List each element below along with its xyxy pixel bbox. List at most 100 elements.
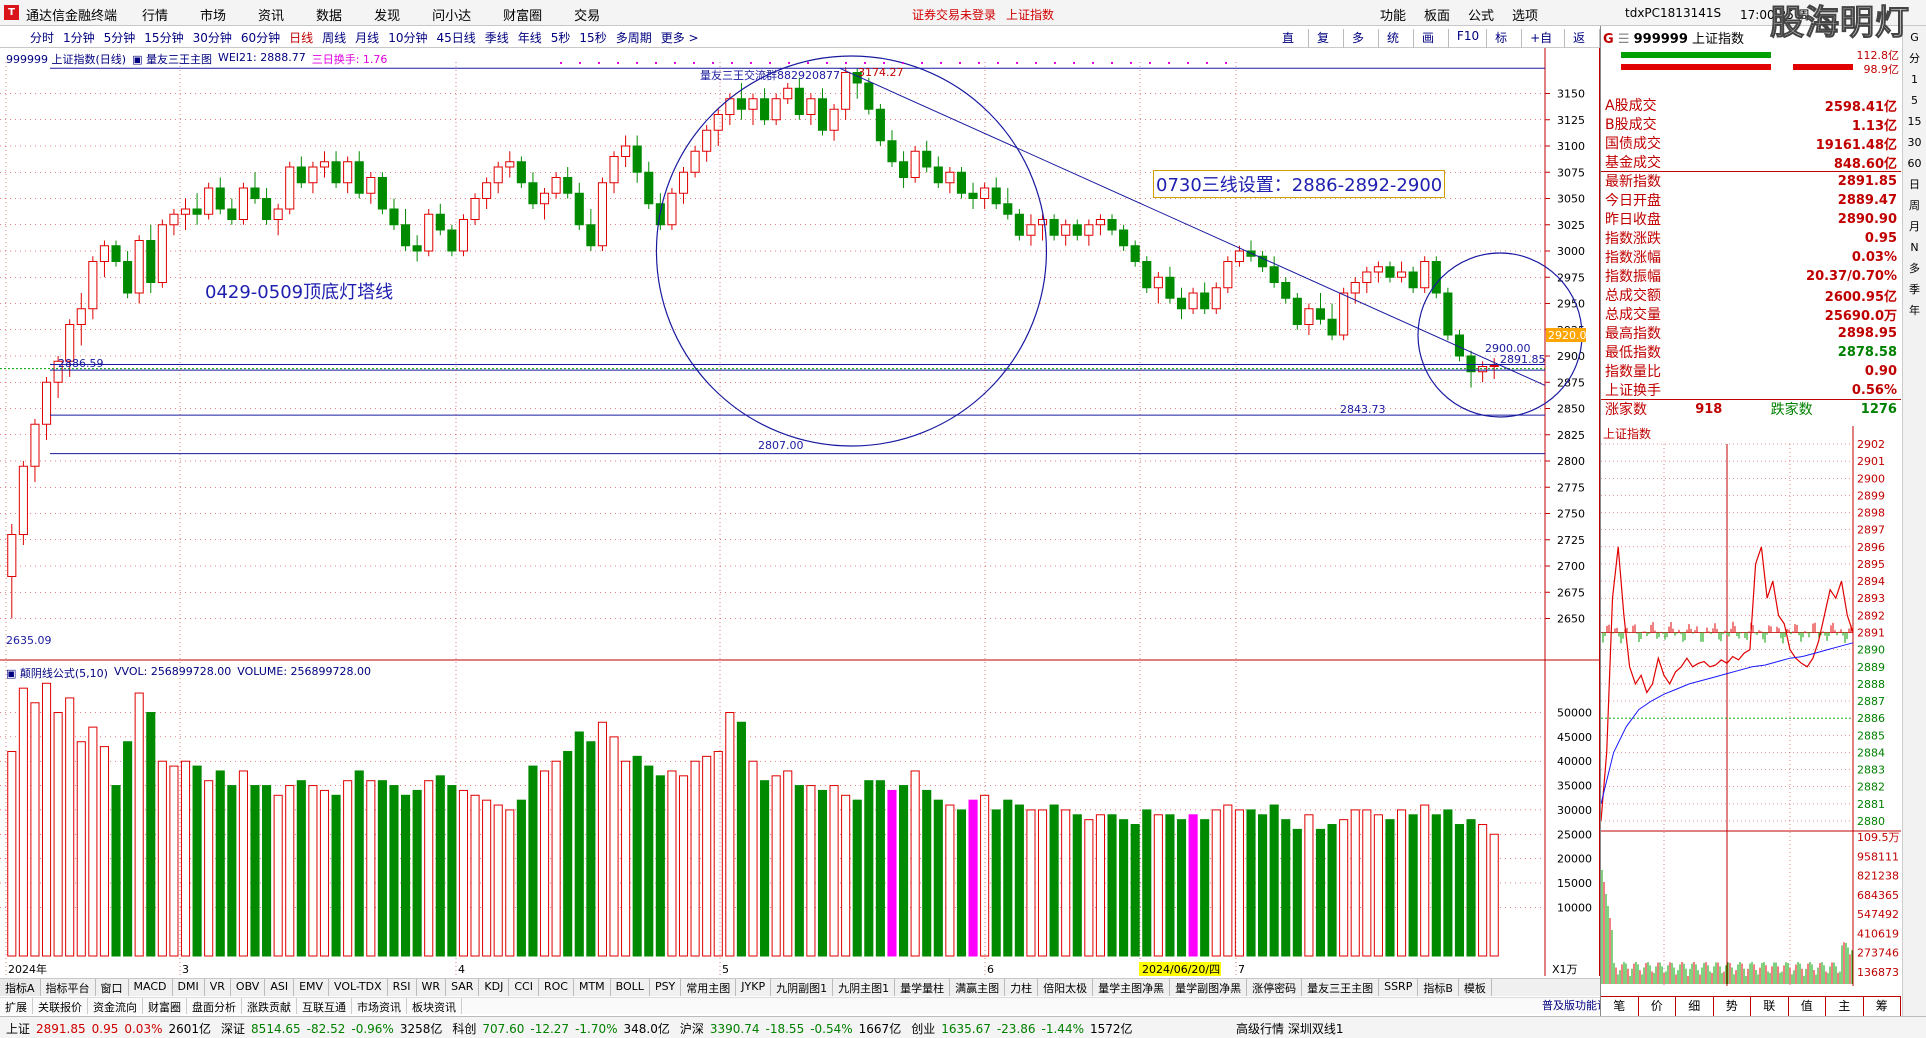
panel-tab[interactable]: 联 — [1751, 997, 1789, 1016]
sidebar-item[interactable]: 年 — [1904, 302, 1926, 320]
period-tab[interactable]: 日线 — [289, 29, 313, 46]
sidebar-item[interactable]: 5 — [1904, 92, 1926, 110]
panel-tab[interactable]: 势 — [1714, 997, 1751, 1016]
indicator-tab[interactable]: BOLL — [611, 979, 650, 996]
indicator-tab[interactable]: 量友三王主图 — [1302, 979, 1380, 996]
indicator-tab[interactable]: VOL-TDX — [329, 979, 388, 996]
indicator-tab[interactable]: MACD — [129, 979, 173, 996]
menu-item[interactable]: 数据 — [316, 5, 342, 24]
indicator-tab[interactable]: PSY — [650, 979, 682, 996]
status-right[interactable]: 高级行情 深圳双线1 — [1236, 1020, 1343, 1037]
indicator-tab[interactable]: 九阴副图1 — [771, 979, 834, 996]
ticker-item[interactable]: 科创 707.60 -12.27 -1.70% 348.0亿 — [452, 1020, 670, 1037]
period-tab[interactable]: 月线 — [355, 29, 379, 46]
extension-tab[interactable]: 互联互通 — [297, 998, 352, 1014]
menu-item[interactable]: 问小达 — [432, 5, 471, 24]
ticker-item[interactable]: 深证 8514.65 -82.52 -0.96% 3258亿 — [221, 1020, 442, 1037]
menu-item[interactable]: 资讯 — [258, 5, 284, 24]
period-tab[interactable]: 季线 — [485, 29, 509, 46]
panel-tab[interactable]: 筹 — [1864, 997, 1901, 1016]
period-tab[interactable]: 更多 > — [661, 29, 699, 46]
sidebar-item[interactable]: 日 — [1904, 176, 1926, 194]
indicator-tab[interactable]: OBV — [231, 979, 266, 996]
sidebar-item[interactable]: N — [1904, 239, 1926, 257]
period-tab[interactable]: 分时 — [30, 29, 54, 46]
indicator-tab[interactable]: 涨停密码 — [1247, 979, 1303, 996]
sidebar-item[interactable]: 多 — [1904, 260, 1926, 278]
indicator-tab[interactable]: RSI — [388, 979, 417, 996]
indicator-tab[interactable]: ROC — [539, 979, 574, 996]
menu-item[interactable]: 行情 — [142, 5, 168, 24]
indicator-tab[interactable]: 指标B — [1418, 979, 1459, 996]
indicator-tab[interactable]: 窗口 — [96, 979, 129, 996]
period-tab[interactable]: 30分钟 — [193, 29, 232, 46]
indicator-tab[interactable]: SSRP — [1379, 979, 1419, 996]
indicator-tab[interactable]: 倍阳太极 — [1038, 979, 1094, 996]
extension-tab[interactable]: 板块资讯 — [407, 998, 462, 1014]
right-menu-item[interactable]: 公式 — [1468, 5, 1494, 24]
menu-item[interactable]: 市场 — [200, 5, 226, 24]
indicator-tab[interactable]: MTM — [574, 979, 611, 996]
panel-tab[interactable]: 价 — [1639, 997, 1676, 1016]
indicator-tab[interactable]: KDJ — [479, 979, 510, 996]
period-tab[interactable]: 5秒 — [551, 29, 571, 46]
indicator-tab[interactable]: 九阴主图1 — [833, 979, 896, 996]
extension-tab[interactable]: 资金流向 — [88, 998, 143, 1014]
ticker-item[interactable]: 创业 1635.67 -23.86 -1.44% 1572亿 — [911, 1020, 1132, 1037]
indicator-tab[interactable]: CCI — [509, 979, 539, 996]
indicator-tab[interactable]: 指标平台 — [41, 979, 96, 996]
ticker-item[interactable]: 上证 2891.85 0.95 0.03% 2601亿 — [6, 1020, 211, 1037]
volume-legend-name[interactable]: ▣ 颠阴线公式(5,10) — [6, 665, 108, 681]
indicator-tab[interactable]: ASI — [265, 979, 295, 996]
indicator-tab[interactable]: 量学副图净黑 — [1170, 979, 1248, 996]
indicator-tab[interactable]: 模板 — [1459, 979, 1492, 996]
right-menu-item[interactable]: 选项 — [1512, 5, 1538, 24]
period-tab[interactable]: 60分钟 — [241, 29, 280, 46]
kline-chart-area[interactable]: 3150312531003075305030253000297529502925… — [0, 48, 1600, 976]
sidebar-item[interactable]: 月 — [1904, 218, 1926, 236]
period-tab[interactable]: 10分钟 — [388, 29, 427, 46]
indicator-tab[interactable]: JYKP — [736, 979, 772, 996]
period-tab[interactable]: 周线 — [322, 29, 346, 46]
period-tab[interactable]: 多周期 — [616, 29, 652, 46]
indicator-tab[interactable]: 常用主图 — [681, 979, 737, 996]
menu-item[interactable]: 发现 — [374, 5, 400, 24]
sidebar-item[interactable]: 周 — [1904, 197, 1926, 215]
period-tab[interactable]: 15秒 — [579, 29, 606, 46]
sidebar-item[interactable]: 60 — [1904, 155, 1926, 173]
panel-tab[interactable]: 细 — [1676, 997, 1714, 1016]
period-tab[interactable]: 45日线 — [436, 29, 475, 46]
extension-tab[interactable]: 市场资讯 — [352, 998, 407, 1014]
right-menu-item[interactable]: 板面 — [1424, 5, 1450, 24]
sidebar-item[interactable]: 15 — [1904, 113, 1926, 131]
legend-sub[interactable]: ▣ 量友三王主图 — [132, 51, 212, 67]
ticker-item[interactable]: 沪深 3390.74 -18.55 -0.54% 1667亿 — [680, 1020, 901, 1037]
sidebar-item[interactable]: 季 — [1904, 281, 1926, 299]
period-tab[interactable]: 1分钟 — [63, 29, 95, 46]
indicator-tab[interactable]: EMV — [294, 979, 330, 996]
sidebar-item[interactable]: 30 — [1904, 134, 1926, 152]
period-tab[interactable]: 年线 — [518, 29, 542, 46]
intraday-chart[interactable]: 上证指数 2902 2901 2900 2899 2898 2897 2896 2895 2894… — [1601, 426, 1901, 986]
panel-tab[interactable]: 主 — [1826, 997, 1864, 1016]
indicator-tab[interactable]: 指标A — [0, 979, 41, 996]
extension-tab[interactable]: 扩展 — [0, 998, 33, 1014]
login-status[interactable]: 证券交易未登录 — [912, 6, 996, 23]
right-menu-item[interactable]: 功能 — [1380, 5, 1406, 24]
menu-item[interactable]: 交易 — [574, 5, 600, 24]
panel-tab[interactable]: 值 — [1789, 997, 1826, 1016]
indicator-tab[interactable]: VR — [205, 979, 231, 996]
period-tab[interactable]: 15分钟 — [144, 29, 183, 46]
panel-tab[interactable]: 笔 — [1601, 997, 1639, 1016]
indicator-tab[interactable]: 力柱 — [1005, 979, 1039, 996]
extension-tab[interactable]: 财富圈 — [143, 998, 187, 1014]
menu-icon[interactable]: ☰ — [1618, 32, 1630, 47]
sidebar-item[interactable]: 分 — [1904, 50, 1926, 68]
extension-tab[interactable]: 盘面分析 — [187, 998, 242, 1014]
sidebar-item[interactable]: 1 — [1904, 71, 1926, 89]
menu-item[interactable]: 财富圈 — [503, 5, 542, 24]
indicator-tab[interactable]: DMI — [173, 979, 205, 996]
indicator-tab[interactable]: SAR — [446, 979, 480, 996]
indicator-tab[interactable]: 满赢主图 — [950, 979, 1006, 996]
period-tab[interactable]: 5分钟 — [104, 29, 136, 46]
